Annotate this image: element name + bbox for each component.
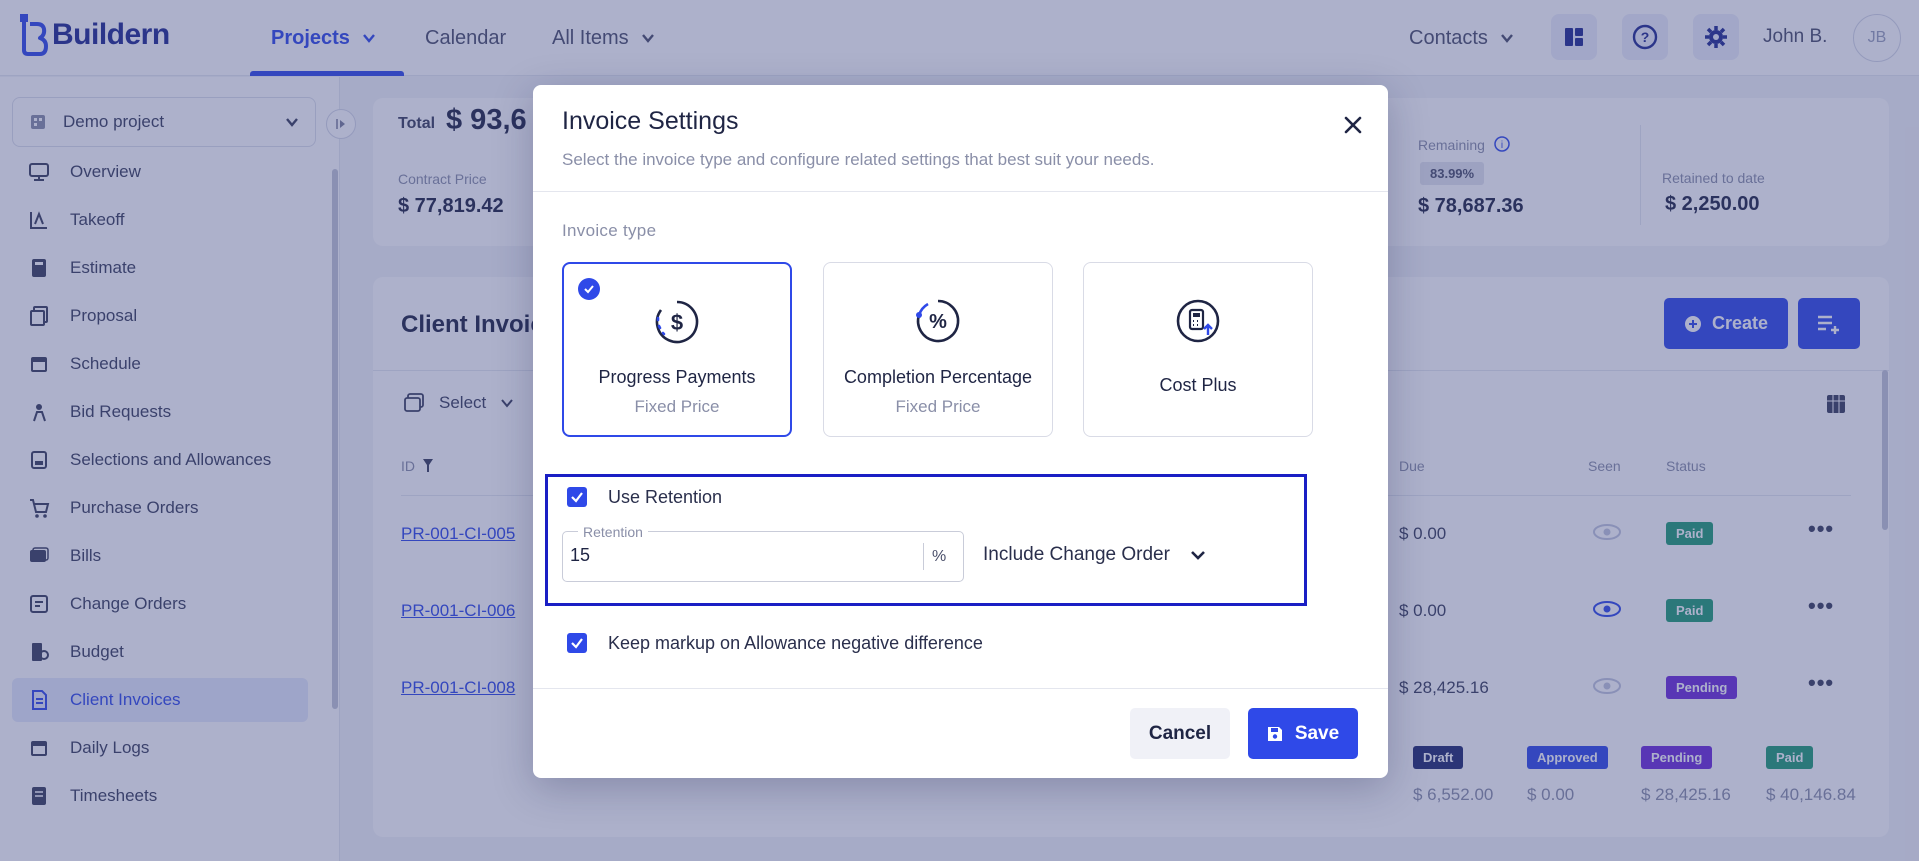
- invoice-type-progress-payments[interactable]: $ Progress Payments Fixed Price: [562, 262, 792, 437]
- check-icon: [571, 638, 583, 649]
- invoice-settings-dialog: Invoice Settings Select the invoice type…: [533, 85, 1388, 778]
- dialog-subtitle: Select the invoice type and configure re…: [562, 150, 1155, 169]
- check-icon: [571, 492, 583, 503]
- keep-markup-label: Keep markup on Allowance negative differ…: [608, 633, 983, 653]
- header-divider: [533, 191, 1388, 192]
- retention-unit: %: [932, 548, 947, 565]
- retention-input[interactable]: [570, 545, 920, 566]
- cancel-button[interactable]: Cancel: [1130, 708, 1230, 759]
- type-name: Cost Plus: [1159, 375, 1237, 395]
- retention-field-separator: [923, 543, 924, 570]
- retention-field-label: Retention: [578, 524, 648, 540]
- type-name: Completion Percentage: [843, 367, 1033, 387]
- invoice-type-completion-percentage[interactable]: % Completion Percentage Fixed Price: [823, 262, 1053, 437]
- type-subtitle: Fixed Price: [634, 397, 720, 416]
- close-icon: [1344, 116, 1362, 134]
- include-change-order-dropdown[interactable]: Include Change Order: [983, 540, 1206, 570]
- invoice-type-label: Invoice type: [562, 221, 657, 240]
- use-retention-label: Use Retention: [608, 487, 723, 507]
- calculator-upload-icon: [1176, 299, 1220, 343]
- type-subtitle: Fixed Price: [895, 397, 981, 416]
- close-button[interactable]: [1339, 111, 1367, 139]
- keep-markup-checkbox[interactable]: [567, 633, 587, 653]
- save-button[interactable]: Save: [1248, 708, 1358, 759]
- cancel-label: Cancel: [1148, 722, 1212, 744]
- dialog-title: Invoice Settings: [562, 107, 739, 135]
- save-icon: [1267, 726, 1282, 741]
- include-change-order-value: Include Change Order: [983, 544, 1170, 565]
- percent-circle-icon: %: [916, 299, 960, 343]
- type-name: Progress Payments: [598, 367, 756, 387]
- use-retention-checkbox[interactable]: [567, 487, 587, 507]
- save-label: Save: [1294, 722, 1340, 744]
- invoice-type-cost-plus[interactable]: Cost Plus: [1083, 262, 1313, 437]
- svg-text:$: $: [671, 310, 683, 335]
- chevron-down-icon: [1191, 551, 1205, 560]
- selected-check-icon: [578, 278, 600, 300]
- footer-divider: [533, 688, 1388, 689]
- dollar-circle-icon: $: [655, 300, 699, 344]
- svg-text:%: %: [929, 311, 947, 333]
